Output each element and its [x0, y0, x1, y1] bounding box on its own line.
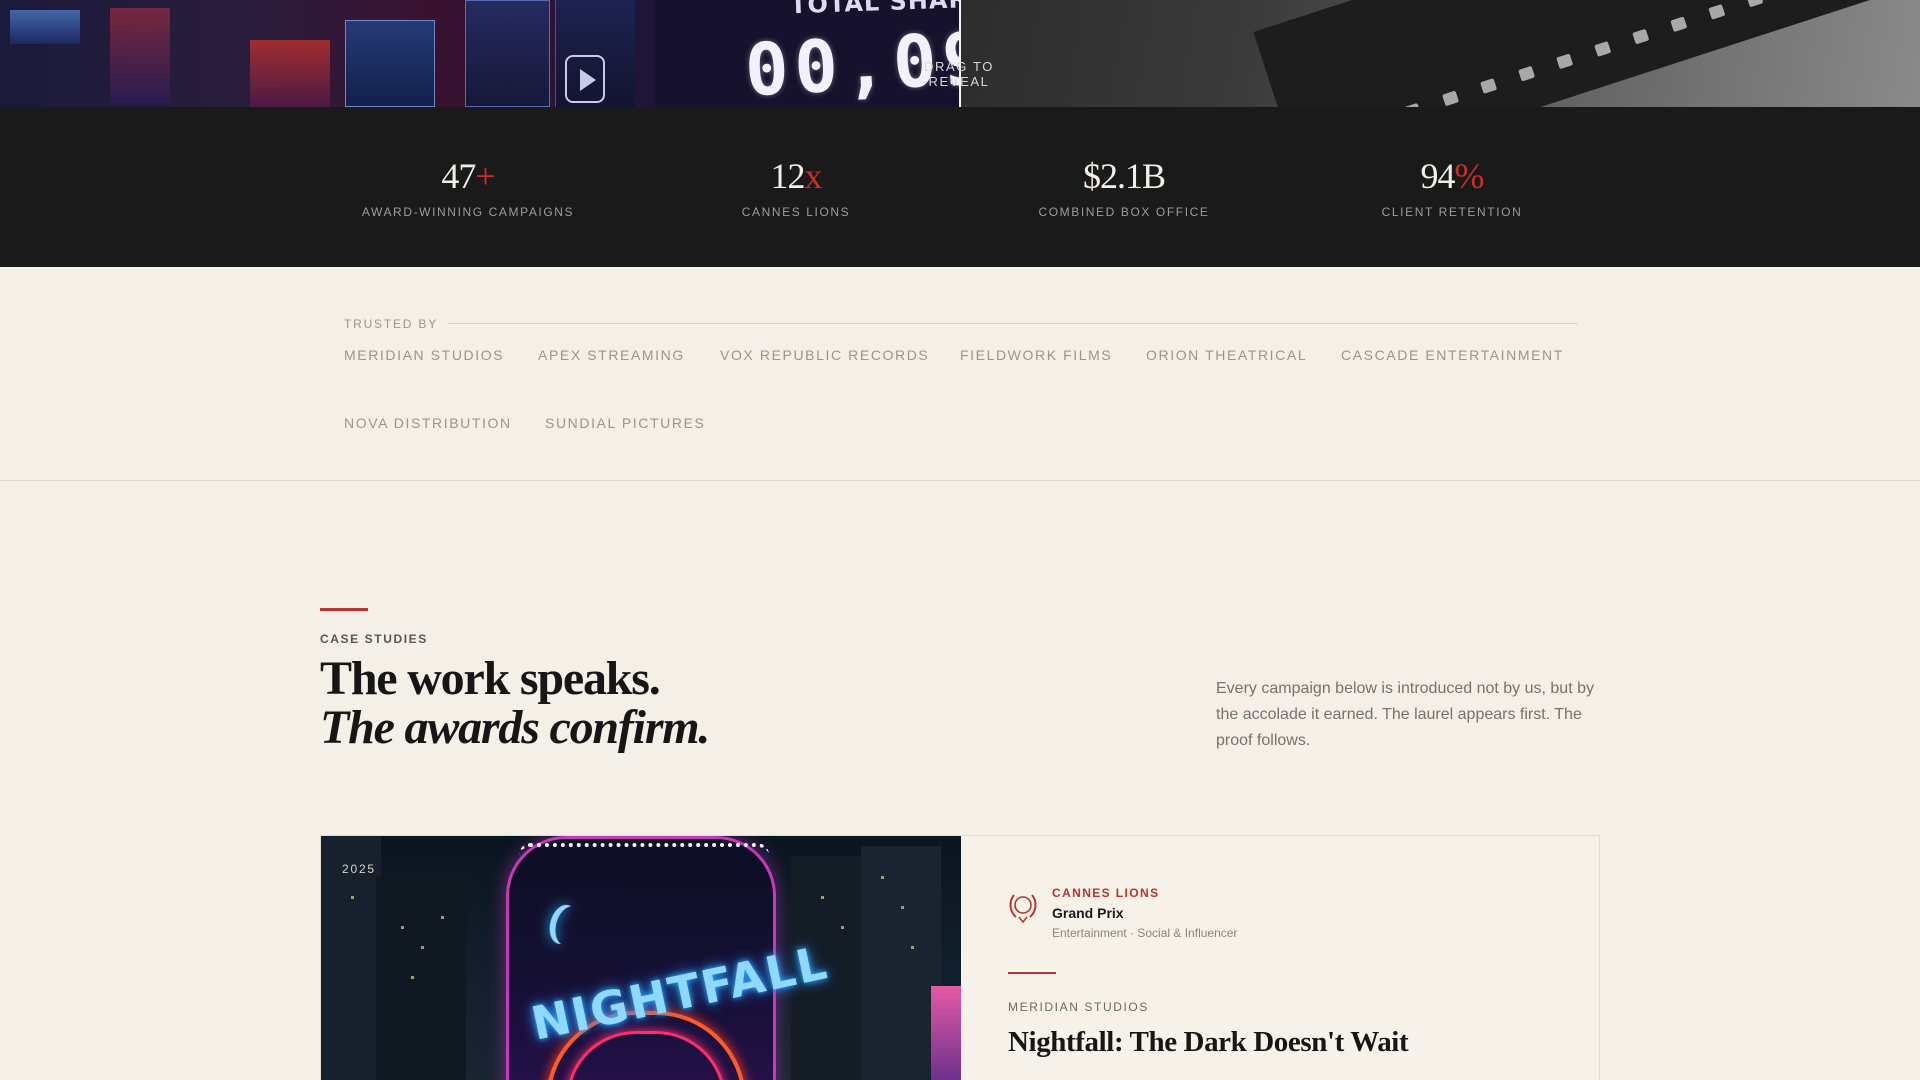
client-logo: NOVA DISTRIBUTION: [344, 415, 512, 431]
award-name: Grand Prix: [1052, 905, 1124, 921]
accent-rule: [320, 608, 368, 611]
share-counter-board: TOTAL SHARE 00,09: [655, 0, 960, 107]
drag-to-reveal-label: DRAG TO REVEAL: [924, 59, 994, 89]
trusted-by-section: TRUSTED BY MERIDIAN STUDIOS APEX STREAMI…: [0, 267, 1920, 481]
side-screen: [931, 986, 961, 1080]
hero-after-image: [961, 0, 1920, 107]
stat-value: $2.1B: [1082, 156, 1166, 196]
stat-client-retention: 94% CLIENT RETENTION: [1302, 155, 1602, 219]
award-organization: CANNES LIONS: [1052, 886, 1160, 900]
hero-reveal: TOTAL SHARE 00,09 DRAG TO REVEAL: [0, 0, 1920, 107]
trusted-by-label: TRUSTED BY: [344, 317, 439, 331]
stats-band: 47+ AWARD-WINNING CAMPAIGNS 12x CANNES L…: [0, 107, 1920, 267]
billboard: [10, 10, 80, 44]
case-study-details: CANNES LIONS Grand Prix Entertainment · …: [961, 836, 1601, 1080]
client-logo: APEX STREAMING: [538, 347, 685, 363]
case-title[interactable]: Nightfall: The Dark Doesn't Wait: [1008, 1026, 1409, 1059]
client-logo: VOX REPUBLIC RECORDS: [720, 347, 930, 363]
stat-value: 47+: [441, 156, 495, 196]
client-logo: ORION THEATRICAL: [1146, 347, 1308, 363]
billboard: [250, 40, 330, 107]
billboard: [110, 8, 170, 103]
play-icon: [565, 55, 605, 103]
client-logo: CASCADE ENTERTAINMENT: [1341, 347, 1564, 363]
case-study-card[interactable]: NIGHTFALL 2025 CANNES LIONS Grand Prix E…: [320, 835, 1600, 1080]
case-year: 2025: [342, 862, 376, 876]
share-title: TOTAL SHARE: [789, 0, 960, 20]
billboard: [465, 0, 550, 107]
film-strip: [1253, 0, 1920, 107]
case-study-image: NIGHTFALL 2025: [321, 836, 961, 1080]
stat-label: AWARD-WINNING CAMPAIGNS: [361, 205, 575, 219]
section-headline: The work speaks. The awards confirm.: [320, 652, 710, 754]
section-kicker: CASE STUDIES: [320, 632, 428, 646]
stat-label: CANNES LIONS: [741, 205, 851, 219]
headline-line-1: The work speaks.: [320, 652, 661, 705]
divider-line: [448, 323, 1578, 324]
award-category: Entertainment · Social & Influencer: [1052, 926, 1238, 940]
headline-line-2: The awards confirm.: [320, 701, 710, 754]
client-logo: FIELDWORK FILMS: [960, 347, 1113, 363]
stat-label: CLIENT RETENTION: [1381, 205, 1523, 219]
billboard: [345, 20, 435, 107]
stat-campaigns: 47+ AWARD-WINNING CAMPAIGNS: [318, 155, 618, 219]
stat-cannes-lions: 12x CANNES LIONS: [646, 155, 946, 219]
stat-value: 12x: [770, 156, 823, 196]
accent-rule: [1008, 972, 1056, 974]
section-intro: Every campaign below is introduced not b…: [1216, 680, 1594, 749]
client-logo: SUNDIAL PICTURES: [545, 415, 706, 431]
client-logo: MERIDIAN STUDIOS: [344, 347, 505, 363]
laurel-icon: [1009, 894, 1037, 924]
stat-label: COMBINED BOX OFFICE: [1038, 205, 1210, 219]
stat-box-office: $2.1B COMBINED BOX OFFICE: [974, 155, 1274, 219]
reveal-drag-handle[interactable]: [959, 0, 961, 107]
case-client: MERIDIAN STUDIOS: [1008, 1000, 1149, 1014]
hero-before-image: TOTAL SHARE 00,09: [0, 0, 960, 107]
stat-value: 94%: [1420, 156, 1485, 196]
